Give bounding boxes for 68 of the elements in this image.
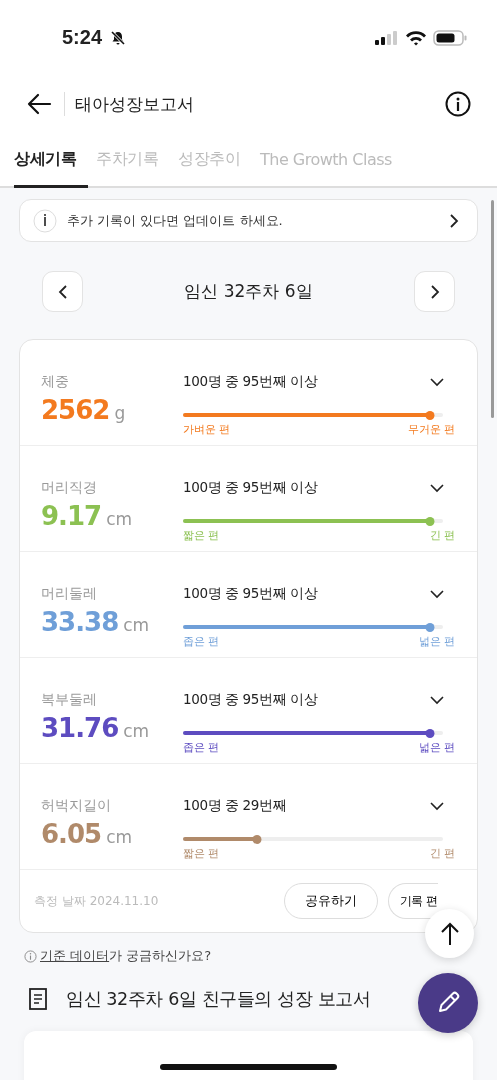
rank-text: 100명 중 95번째 이상 — [183, 373, 318, 391]
rank-text: 100명 중 29번째 — [183, 797, 287, 815]
pill-button[interactable]: 기록 편 — [388, 883, 438, 919]
high-label: 긴 편 — [429, 528, 455, 543]
arrow-up-icon — [439, 921, 460, 946]
measurement-value: 9.17 — [41, 501, 102, 531]
measurement-unit: cm — [106, 509, 133, 529]
chevron-down-icon[interactable] — [429, 801, 445, 811]
info-icon — [24, 949, 37, 963]
rank-text: 100명 중 95번째 이상 — [183, 585, 318, 603]
percentile-thumb — [425, 516, 435, 526]
wifi-icon — [405, 29, 427, 46]
high-label: 넓은 편 — [418, 634, 455, 649]
measurement-name: 머리둘레 — [41, 585, 98, 603]
measurement-name: 허벅지길이 — [41, 797, 112, 815]
battery-icon — [433, 29, 467, 46]
measurement-unit: cm — [123, 721, 150, 741]
report-title: 임신 32주차 6일 친구들의 성장 보고서 — [66, 988, 371, 1011]
percentile-thumb — [425, 622, 435, 632]
previous-button[interactable] — [42, 271, 83, 312]
low-label: 가벼운 편 — [183, 422, 231, 437]
signal-icon — [375, 30, 399, 45]
chevron-right-icon — [429, 283, 440, 300]
chevron-down-icon[interactable] — [429, 377, 445, 387]
measurement-value: 6.05 — [41, 819, 102, 849]
page-title: 태아성장보고서 — [75, 92, 194, 116]
measurement-date: 측정 날짜 2024.11.10 — [34, 892, 159, 910]
reference-data-link[interactable]: 기준 데이터 — [40, 948, 110, 963]
measurement-unit: cm — [106, 827, 133, 847]
rank-text: 100명 중 95번째 이상 — [183, 479, 318, 497]
chevron-down-icon[interactable] — [429, 589, 445, 599]
percentile-thumb — [252, 834, 262, 844]
high-label: 무거운 편 — [407, 422, 455, 437]
bell-muted-icon — [110, 29, 127, 46]
tab[interactable]: 상세기록 — [14, 133, 88, 188]
measurement-unit: cm — [123, 615, 150, 635]
measurement-value: 2562 — [41, 395, 110, 425]
edit-button[interactable] — [418, 973, 478, 1033]
next-button[interactable] — [414, 271, 455, 312]
high-label: 넓은 편 — [418, 740, 455, 755]
chevron-right-icon — [449, 212, 459, 229]
measurement-name: 머리직경 — [41, 479, 98, 497]
chevron-down-icon[interactable] — [429, 695, 445, 705]
measurement-value: 33.38 — [41, 607, 119, 637]
percentile-thumb — [425, 410, 435, 420]
low-label: 좁은 편 — [183, 740, 220, 755]
measurement-unit: g — [114, 403, 126, 423]
update-banner[interactable]: 추가 기록이 있다면 업데이트 하세요. — [19, 199, 478, 242]
back-arrow-icon — [26, 93, 52, 115]
percentile-thumb — [425, 728, 435, 738]
measurement-name: 복부둘레 — [41, 691, 98, 709]
document-icon — [29, 988, 47, 1010]
status-time: 5:24 — [62, 26, 103, 49]
measurement-name: 체중 — [41, 373, 70, 391]
rank-text: 100명 중 95번째 이상 — [183, 691, 318, 709]
chevron-left-icon — [57, 283, 68, 300]
info-icon[interactable] — [445, 91, 471, 117]
back-button[interactable] — [26, 93, 52, 115]
low-label: 짧은 편 — [183, 846, 220, 861]
chevron-down-icon[interactable] — [429, 483, 445, 493]
low-label: 좁은 편 — [183, 634, 220, 649]
measurement-value: 31.76 — [41, 713, 119, 743]
info-icon — [33, 208, 57, 233]
help-text: 기준 데이터 가 궁금하신가요? — [40, 947, 212, 965]
high-label: 긴 편 — [429, 846, 455, 861]
date-label: 임신 32주차 6일 — [183, 280, 314, 303]
pill-button[interactable]: 공유하기 — [284, 883, 378, 919]
low-label: 짧은 편 — [183, 528, 220, 543]
